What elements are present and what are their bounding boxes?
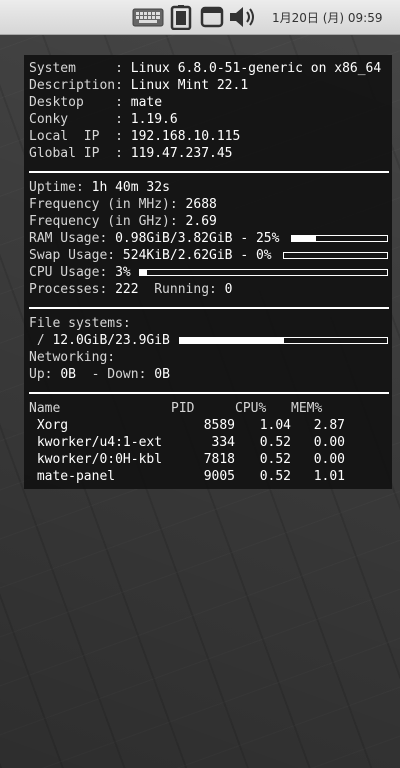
- description-row: Description: Linux Mint 22.1: [29, 77, 388, 94]
- fs-title: File systems:: [29, 315, 388, 332]
- proc-cpu: 1.04: [259, 418, 291, 433]
- proc-mem: 1.01: [313, 469, 345, 484]
- proc-cpu: 0.52: [259, 469, 291, 484]
- col-mem: MEM%: [291, 401, 323, 416]
- swap-row: Swap Usage: 524KiB/2.62GiB - 0%: [29, 247, 388, 264]
- proc-pid: 8589: [203, 418, 235, 433]
- proc-name: kworker/u4:1-ext: [29, 435, 163, 450]
- row-key: Desktop :: [29, 95, 131, 110]
- row-value: 192.168.10.115: [130, 129, 241, 144]
- row-key: Local IP :: [29, 129, 131, 144]
- global-ip-row: Global IP : 119.47.237.45: [29, 145, 388, 162]
- freq-mhz-value: 2688: [185, 197, 217, 212]
- process-header: Name PID CPU% MEM%: [29, 400, 388, 417]
- process-table: Name PID CPU% MEM% Xorg 8589 1.04 2.87 kworker…: [29, 400, 388, 485]
- col-name: Name: [29, 401, 61, 416]
- proc-name: mate-panel: [29, 469, 116, 484]
- proc-cpu: 0.52: [259, 452, 291, 467]
- row-key: System :: [29, 61, 131, 76]
- table-row: Xorg 8589 1.04 2.87: [29, 417, 388, 434]
- down-label: - Down:: [75, 367, 155, 382]
- net-row: Up: 0B - Down: 0B: [29, 366, 388, 383]
- net-title: Networking:: [29, 349, 388, 366]
- freq-ghz-row: Frequency (in GHz): 2.69: [29, 213, 388, 230]
- local-ip-row: Local IP : 192.168.10.115: [29, 128, 388, 145]
- running-label: Running:: [138, 282, 225, 297]
- proc-mem: 2.87: [313, 418, 345, 433]
- ram-bar-fill: [292, 236, 316, 241]
- fs-root-row: / 12.0GiB/23.9GiB: [29, 332, 388, 349]
- table-row: mate-panel 9005 0.52 1.01: [29, 468, 388, 485]
- proc-name: Xorg: [29, 418, 69, 433]
- net-title-label: Networking:: [29, 350, 116, 365]
- keyboard-icon[interactable]: [132, 5, 164, 29]
- uptime-label: Uptime:: [29, 180, 92, 195]
- cpu-bar: [139, 269, 388, 276]
- table-row: kworker/0:0H-kbl 7818 0.52 0.00: [29, 451, 388, 468]
- up-label: Up:: [29, 367, 61, 382]
- row-key: Conky :: [29, 112, 131, 127]
- proc-pid: 9005: [203, 469, 235, 484]
- row-value: mate: [130, 95, 163, 110]
- row-value: Linux 6.8.0-51-generic on x86_64: [130, 61, 382, 76]
- system-stats: Uptime: 1h 40m 32s Frequency (in MHz): 2…: [29, 179, 388, 298]
- swap-label: Swap Usage:: [29, 248, 123, 263]
- system-row: System : Linux 6.8.0-51-generic on x86_6…: [29, 60, 388, 77]
- freq-mhz-row: Frequency (in MHz): 2688: [29, 196, 388, 213]
- top-panel: 1月20日 (月) 09:59: [0, 0, 400, 35]
- proc-pid: 334: [211, 435, 235, 450]
- fs-root-value: 12.0GiB/23.9GiB: [52, 333, 170, 348]
- system-info: System : Linux 6.8.0-51-generic on x86_6…: [29, 60, 388, 162]
- row-value: 119.47.237.45: [130, 146, 233, 161]
- row-value: Linux Mint 22.1: [130, 78, 249, 93]
- proc-pid: 7818: [203, 452, 235, 467]
- row-key: Global IP :: [29, 146, 131, 161]
- col-cpu: CPU%: [235, 401, 267, 416]
- fs-title-label: File systems:: [29, 316, 131, 331]
- table-row: kworker/u4:1-ext 334 0.52 0.00: [29, 434, 388, 451]
- battery-icon[interactable]: [170, 5, 194, 30]
- row-value: 1.19.6: [130, 112, 178, 127]
- ram-bar: [291, 235, 388, 242]
- proc-cpu: 0.52: [259, 435, 291, 450]
- clock[interactable]: 1月20日 (月) 09:59: [272, 9, 382, 26]
- ram-label: RAM Usage:: [29, 231, 116, 246]
- cpu-bar-fill: [140, 270, 148, 275]
- up-value: 0B: [60, 367, 76, 382]
- conky-panel: System : Linux 6.8.0-51-generic on x86_6…: [24, 55, 392, 489]
- conky-row: Conky : 1.19.6: [29, 111, 388, 128]
- proc-mem: 0.00: [313, 452, 345, 467]
- swap-bar: [283, 252, 388, 259]
- divider: [29, 171, 389, 173]
- uptime-value: 1h 40m 32s: [91, 180, 170, 195]
- ram-value: 0.98GiB/3.82GiB - 25%: [115, 231, 280, 246]
- swap-value: 524KiB/2.62GiB - 0%: [122, 248, 272, 263]
- col-pid: PID: [171, 401, 195, 416]
- running-value: 0: [224, 282, 233, 297]
- processes-row: Processes: 222 Running: 0: [29, 281, 388, 298]
- divider: [29, 307, 389, 309]
- down-value: 0B: [154, 367, 170, 382]
- fs-root-bar: [179, 337, 388, 344]
- desktop-row: Desktop : mate: [29, 94, 388, 111]
- cpu-row: CPU Usage: 3%: [29, 264, 388, 281]
- proc-name: kworker/0:0H-kbl: [29, 452, 163, 467]
- fs-root-bar-fill: [180, 338, 284, 343]
- processes-label: Processes:: [29, 282, 116, 297]
- proc-mem: 0.00: [313, 435, 345, 450]
- cpu-label: CPU Usage:: [29, 265, 116, 280]
- ram-row: RAM Usage: 0.98GiB/3.82GiB - 25%: [29, 230, 388, 247]
- processes-value: 222: [115, 282, 139, 297]
- freq-ghz-value: 2.69: [185, 214, 217, 229]
- freq-ghz-label: Frequency (in GHz):: [29, 214, 186, 229]
- divider: [29, 392, 389, 394]
- fs-root-label: /: [29, 333, 53, 348]
- filesystem-network: File systems: / 12.0GiB/23.9GiB Networki…: [29, 315, 388, 383]
- uptime-row: Uptime: 1h 40m 32s: [29, 179, 388, 196]
- freq-mhz-label: Frequency (in MHz):: [29, 197, 186, 212]
- volume-icon[interactable]: [228, 5, 260, 29]
- row-key: Description:: [29, 78, 131, 93]
- cpu-value: 3%: [115, 265, 131, 280]
- window-icon[interactable]: [200, 5, 226, 29]
